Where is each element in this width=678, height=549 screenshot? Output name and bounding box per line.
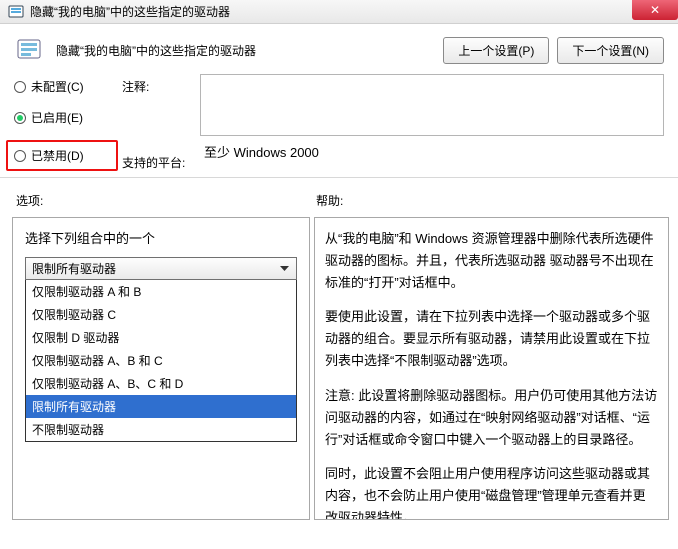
restrict-drives-listbox[interactable]: 仅限制驱动器 A 和 B 仅限制驱动器 C 仅限制 D 驱动器 仅限制驱动器 A… bbox=[25, 280, 297, 442]
radio-label: 未配置(C) bbox=[31, 78, 84, 95]
combo-value: 限制所有驱动器 bbox=[32, 260, 116, 277]
radio-icon bbox=[14, 81, 26, 93]
list-item[interactable]: 仅限制 D 驱动器 bbox=[26, 326, 296, 349]
list-item[interactable]: 仅限制驱动器 A、B 和 C bbox=[26, 349, 296, 372]
options-panel: 选择下列组合中的一个 限制所有驱动器 仅限制驱动器 A 和 B 仅限制驱动器 C… bbox=[12, 217, 310, 520]
close-icon: ✕ bbox=[650, 3, 660, 17]
app-icon bbox=[8, 4, 24, 20]
radio-not-configured[interactable]: 未配置(C) bbox=[14, 78, 118, 95]
restrict-drives-combo[interactable]: 限制所有驱动器 bbox=[25, 257, 297, 280]
list-item[interactable]: 仅限制驱动器 A 和 B bbox=[26, 280, 296, 303]
radio-icon bbox=[14, 112, 26, 124]
title-bar: 隐藏“我的电脑”中的这些指定的驱动器 ✕ bbox=[0, 0, 678, 24]
options-heading: 选择下列组合中的一个 bbox=[25, 228, 297, 247]
policy-icon bbox=[14, 34, 46, 66]
help-section-label: 帮助: bbox=[316, 192, 662, 209]
radio-enabled[interactable]: 已启用(E) bbox=[14, 109, 118, 126]
chevron-down-icon bbox=[276, 261, 292, 276]
help-paragraph: 要使用此设置，请在下拉列表中选择一个驱动器或多个驱动器的组合。要显示所有驱动器，… bbox=[325, 306, 658, 372]
panels-row: 选择下列组合中的一个 限制所有驱动器 仅限制驱动器 A 和 B 仅限制驱动器 C… bbox=[0, 217, 678, 520]
window-title: 隐藏“我的电脑”中的这些指定的驱动器 bbox=[30, 3, 230, 20]
list-item[interactable]: 仅限制驱动器 C bbox=[26, 303, 296, 326]
list-item[interactable]: 仅限制驱动器 A、B、C 和 D bbox=[26, 372, 296, 395]
help-paragraph: 同时，此设置不会阻止用户使用程序访问这些驱动器或其内容，也不会防止用户使用“磁盘… bbox=[325, 463, 658, 520]
help-panel: 从“我的电脑”和 Windows 资源管理器中删除代表所选硬件驱动器的图标。并且… bbox=[314, 217, 669, 520]
content-column: 至少 Windows 2000 bbox=[200, 74, 664, 169]
nav-buttons: 上一个设置(P) 下一个设置(N) bbox=[443, 37, 664, 64]
help-paragraph: 注意: 此设置将删除驱动器图标。用户仍可使用其他方法访问驱动器的内容，如通过在“… bbox=[325, 385, 658, 451]
close-button[interactable]: ✕ bbox=[632, 0, 678, 20]
radio-label: 已启用(E) bbox=[31, 109, 83, 126]
label-column: 注释: 支持的平台: bbox=[122, 74, 196, 171]
comment-label: 注释: bbox=[122, 78, 196, 142]
next-setting-button[interactable]: 下一个设置(N) bbox=[557, 37, 664, 64]
radio-disabled[interactable]: 已禁用(D) bbox=[6, 140, 118, 171]
page-title: 隐藏“我的电脑”中的这些指定的驱动器 bbox=[56, 42, 256, 59]
config-grid: 未配置(C) 已启用(E) 已禁用(D) 注释: 支持的平台: 至少 Windo… bbox=[0, 74, 678, 171]
list-item[interactable]: 不限制驱动器 bbox=[26, 418, 296, 441]
platform-label: 支持的平台: bbox=[122, 154, 196, 171]
help-paragraph: 从“我的电脑”和 Windows 资源管理器中删除代表所选硬件驱动器的图标。并且… bbox=[325, 228, 658, 294]
state-radio-group: 未配置(C) 已启用(E) 已禁用(D) bbox=[14, 74, 118, 171]
options-section-label: 选项: bbox=[16, 192, 316, 209]
comment-textarea[interactable] bbox=[200, 74, 664, 136]
prev-setting-button[interactable]: 上一个设置(P) bbox=[443, 37, 549, 64]
list-item[interactable]: 限制所有驱动器 bbox=[26, 395, 296, 418]
platform-value: 至少 Windows 2000 bbox=[200, 136, 664, 169]
header-row: 隐藏“我的电脑”中的这些指定的驱动器 上一个设置(P) 下一个设置(N) bbox=[0, 24, 678, 74]
radio-icon bbox=[14, 150, 26, 162]
radio-label: 已禁用(D) bbox=[31, 147, 84, 164]
section-labels: 选项: 帮助: bbox=[0, 178, 678, 217]
